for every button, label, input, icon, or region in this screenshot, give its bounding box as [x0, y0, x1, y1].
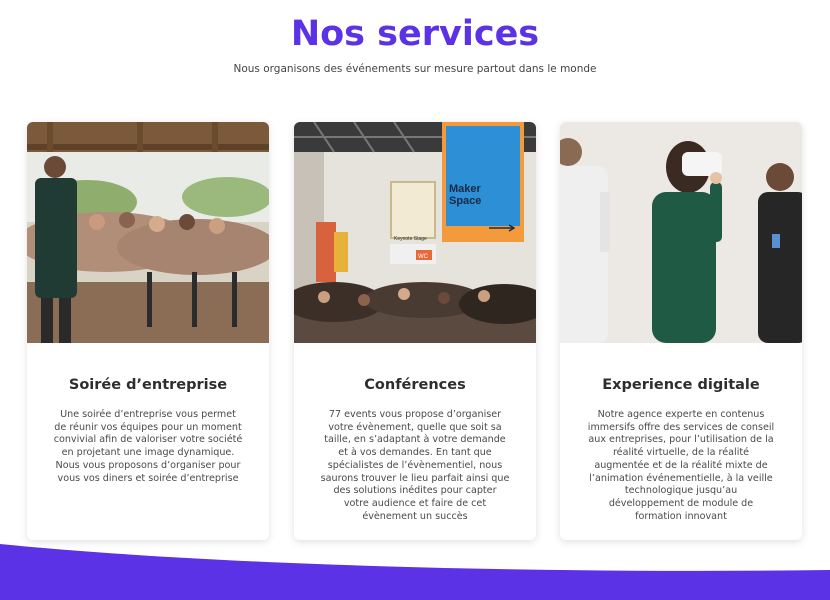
card-description: Notre agence experte en contenus immersi…	[587, 409, 775, 522]
card-title: Soirée d’entreprise	[68, 377, 228, 393]
card-title: Experience digitale	[602, 377, 760, 393]
wc-sign-text: WC	[418, 254, 429, 260]
service-card-digital-experience[interactable]: Experience digitale Notre agence experte…	[560, 122, 802, 540]
keynote-sign-text: Keynote Stage	[394, 236, 427, 242]
card-description: 77 events vous propose d’organiser votre…	[320, 409, 510, 522]
bottom-wave-decoration	[0, 544, 830, 600]
corporate-party-image	[27, 122, 269, 343]
service-card-conferences[interactable]: Maker Space Keynote Stage WC Conférences …	[294, 122, 536, 540]
page-title: Nos services	[290, 14, 540, 54]
card-description: Une soirée d’entreprise vous permet de r…	[53, 409, 243, 484]
conference-hall-image: Maker Space Keynote Stage WC	[294, 122, 536, 343]
maker-space-sign-text: Maker Space	[449, 183, 482, 207]
page-subtitle: Nous organisons des événements sur mesur…	[233, 63, 597, 75]
virtual-reality-image	[560, 122, 802, 343]
card-title: Conférences	[364, 377, 466, 393]
service-card-corporate-party[interactable]: Soirée d’entreprise Une soirée d’entrepr…	[27, 122, 269, 540]
section-header: Nos services Nous organisons des événeme…	[0, 12, 830, 76]
